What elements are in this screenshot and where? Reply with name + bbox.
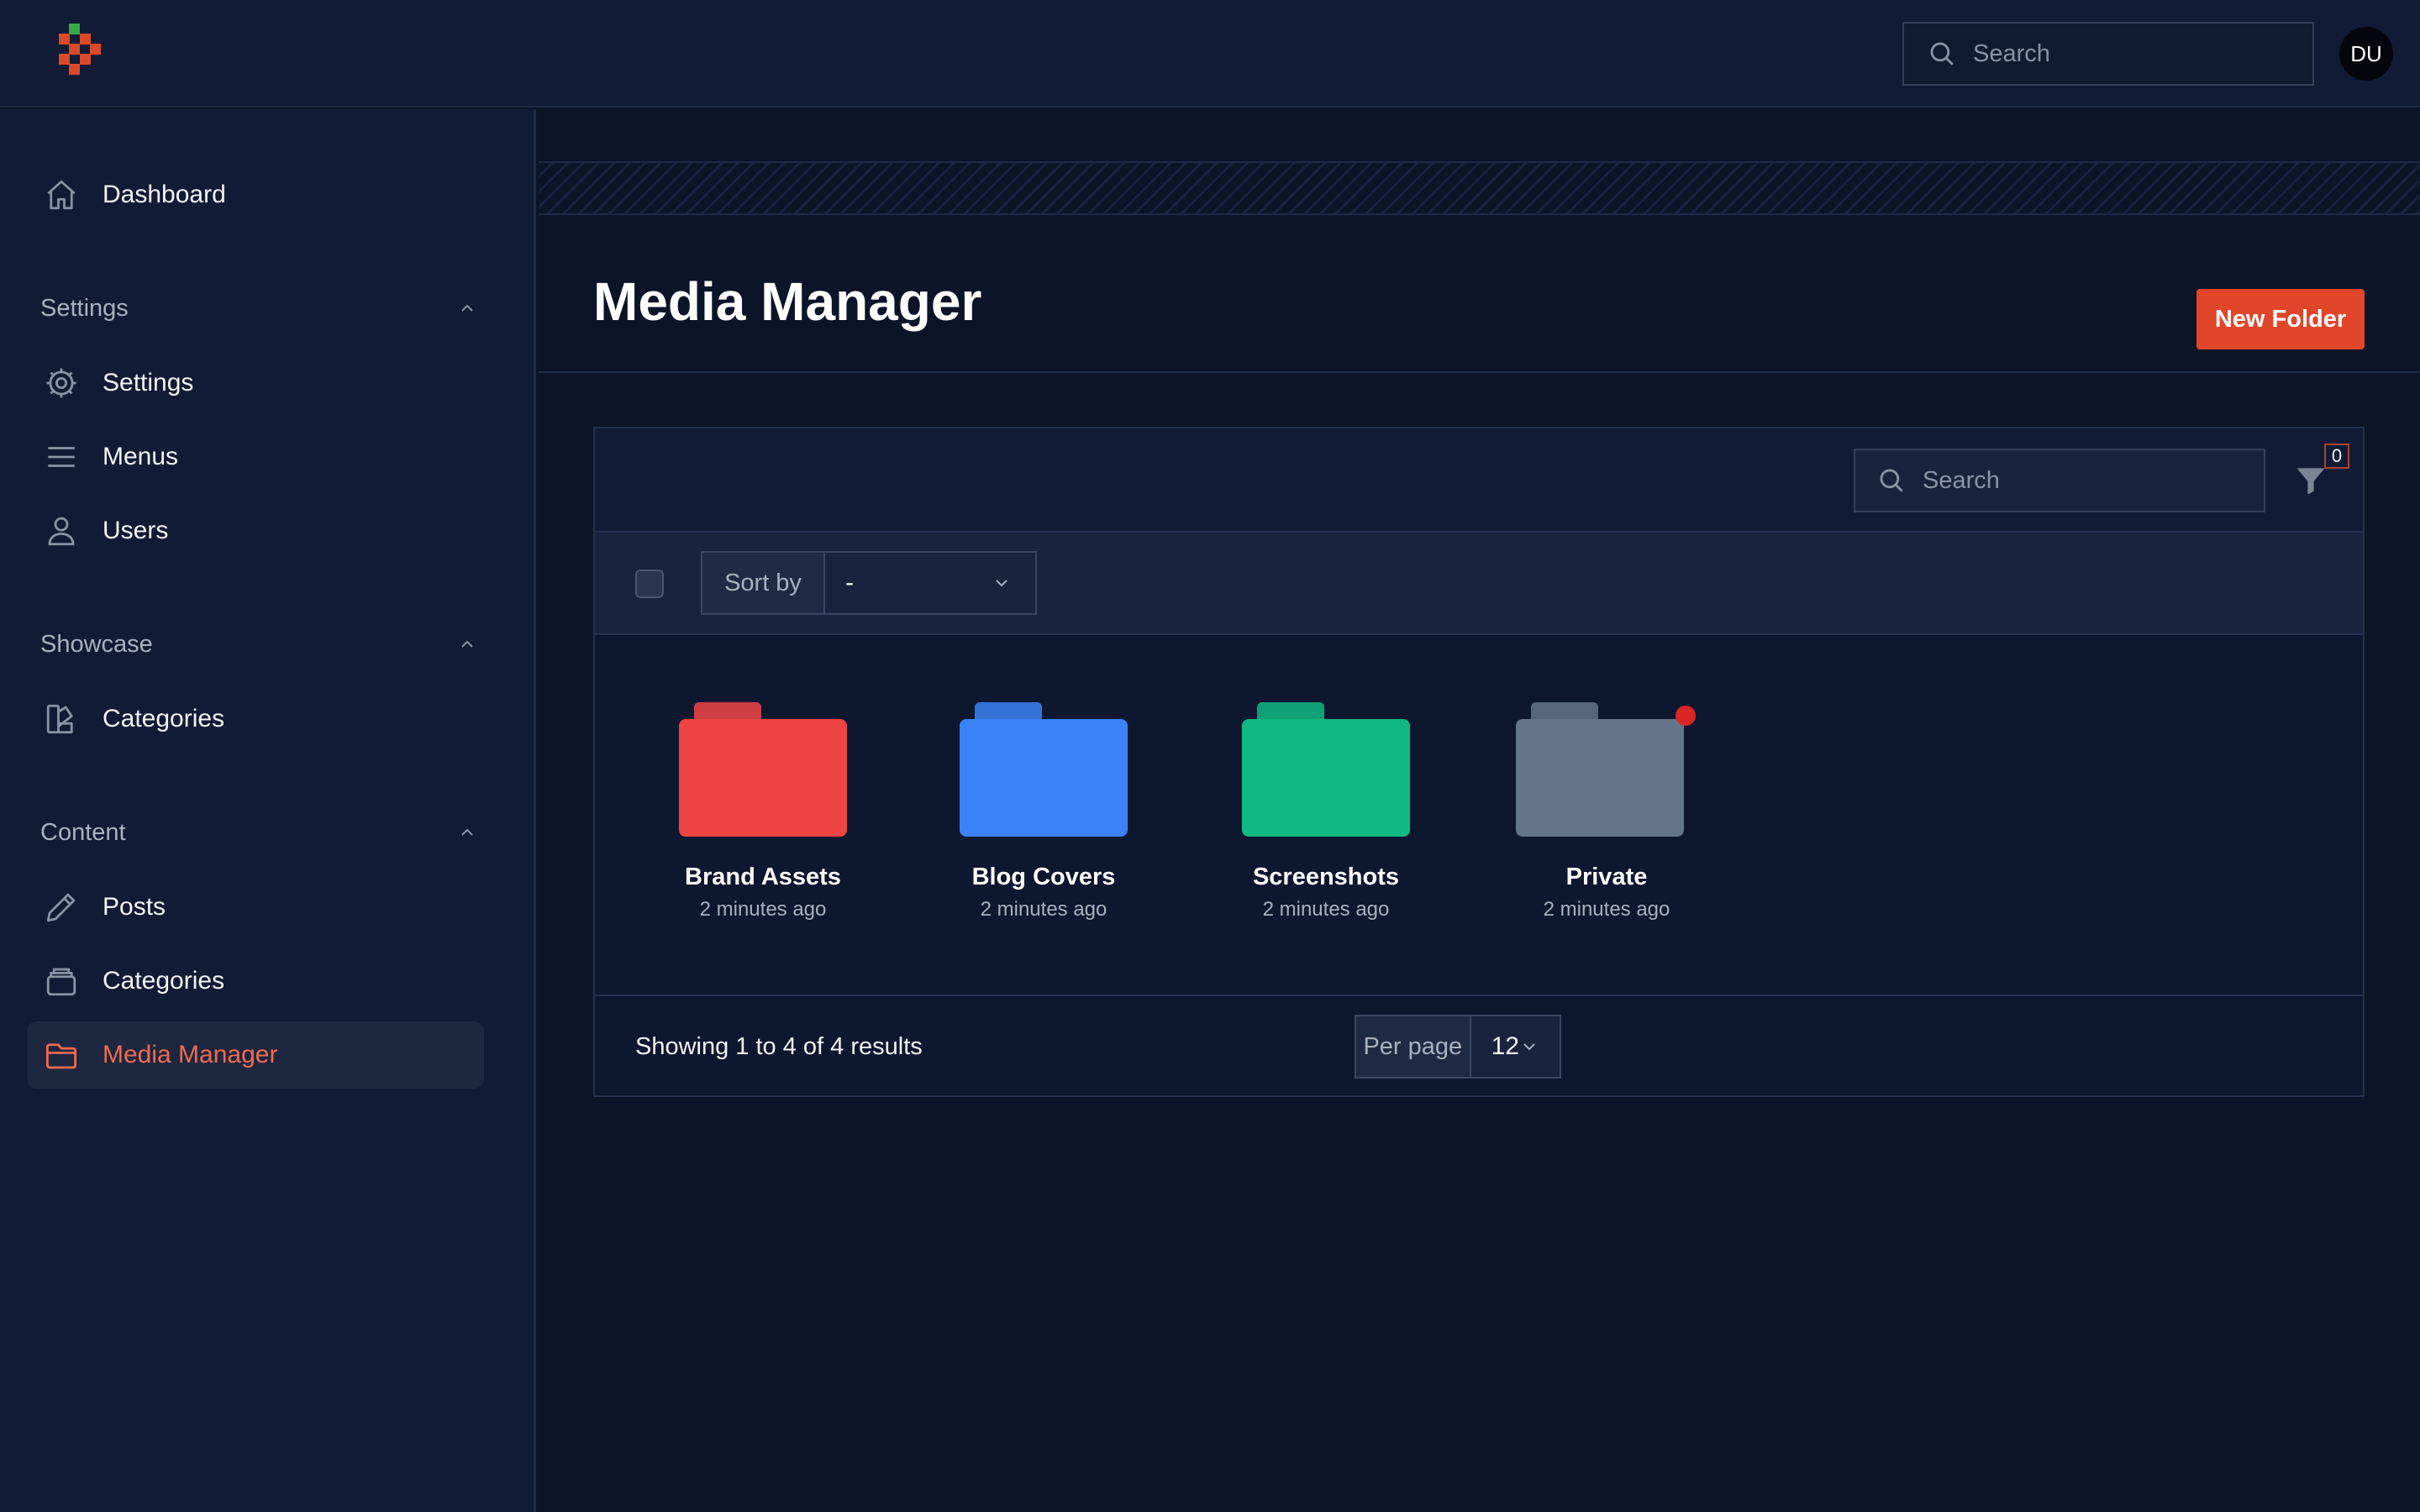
sidebar-group-showcase[interactable]: Showcase [40, 623, 477, 665]
search-placeholder: Search [1923, 466, 2000, 494]
page-title: Media Manager [593, 271, 982, 332]
folder-card-screenshots[interactable]: Screenshots 2 minutes ago [1225, 702, 1427, 921]
logo-icon[interactable] [54, 24, 108, 84]
sidebar-item-label: Categories [103, 967, 225, 995]
folder-name: Brand Assets [685, 864, 841, 890]
folder-name: Private [1565, 864, 1648, 890]
folder-card-brand-assets[interactable]: Brand Assets 2 minutes ago [662, 702, 864, 921]
sidebar: Dashboard Settings Settings Menus Users … [0, 109, 536, 1512]
sidebar-item-settings[interactable]: Settings [27, 349, 484, 417]
chevron-down-icon [1523, 1043, 1535, 1051]
per-page-label: Per page [1356, 1016, 1471, 1077]
sidebar-item-label: Users [103, 517, 169, 544]
user-icon [42, 512, 81, 550]
folder-icon [679, 702, 847, 837]
folder-grid: Brand Assets 2 minutes ago Blog Covers 2… [595, 635, 2363, 968]
media-search-input[interactable]: Search [1854, 449, 2265, 512]
per-page-control[interactable]: Per page 12 [1355, 1015, 1561, 1079]
header-stripe [539, 161, 2420, 215]
sidebar-item-label: Media Manager [103, 1041, 278, 1068]
panel-header: Search 0 [595, 428, 2363, 531]
sort-label: Sort by [702, 553, 825, 613]
chevron-up-icon [461, 640, 473, 648]
folder-name: Screenshots [1252, 864, 1400, 890]
menu-icon [42, 438, 81, 476]
stack-icon [42, 962, 81, 1000]
folder-icon [960, 702, 1128, 837]
sidebar-item-label: Menus [103, 443, 179, 470]
gear-icon [42, 364, 81, 402]
sidebar-item-users[interactable]: Users [27, 497, 484, 564]
avatar[interactable]: DU [2339, 27, 2393, 81]
sidebar-item-menus[interactable]: Menus [27, 423, 484, 491]
sidebar-item-label: Dashboard [103, 181, 226, 208]
folder-icon [1242, 702, 1410, 837]
sidebar-item-posts[interactable]: Posts [27, 874, 484, 941]
sidebar-item-content-categories[interactable]: Categories [27, 948, 484, 1015]
sidebar-item-label: Settings [103, 369, 194, 396]
new-folder-button[interactable]: New Folder [2196, 289, 2365, 349]
folder-time: 2 minutes ago [980, 898, 1107, 921]
media-panel: Search 0 Sort by - Brand Assets 2 minute… [593, 427, 2365, 1097]
folder-icon [1516, 702, 1696, 837]
filter-icon[interactable] [2292, 462, 2339, 509]
chevron-up-icon [461, 304, 473, 312]
sidebar-item-showcase-categories[interactable]: Categories [27, 685, 484, 753]
sidebar-group-content[interactable]: Content [40, 811, 477, 853]
home-icon [42, 176, 81, 214]
search-placeholder: Search [1973, 39, 2050, 67]
pagination-bar: Showing 1 to 4 of 4 results Per page 12 [595, 995, 2363, 1095]
per-page-select[interactable]: 12 [1470, 1016, 1560, 1077]
swatch-icon [42, 700, 81, 738]
folder-card-private[interactable]: Private 2 minutes ago [1506, 702, 1707, 921]
sidebar-item-label: Categories [103, 705, 225, 732]
divider [539, 371, 2420, 373]
sort-select[interactable]: - [825, 553, 1035, 613]
chevron-down-icon [996, 580, 1007, 587]
toolbar: Sort by - [595, 531, 2363, 635]
sidebar-group-settings[interactable]: Settings [40, 287, 477, 329]
top-bar: Search DU [0, 0, 2420, 108]
folder-card-blog-covers[interactable]: Blog Covers 2 minutes ago [943, 702, 1144, 921]
sidebar-item-label: Posts [103, 893, 166, 921]
group-label: Showcase [40, 630, 153, 658]
folder-icon [42, 1036, 81, 1074]
sort-value: - [845, 569, 854, 596]
group-label: Content [40, 818, 126, 846]
search-icon [1880, 469, 1903, 492]
results-summary: Showing 1 to 4 of 4 results [635, 1033, 923, 1060]
per-page-value: 12 [1491, 1032, 1519, 1060]
global-search-input[interactable]: Search [1902, 22, 2314, 86]
search-icon [1930, 42, 1954, 66]
sidebar-item-media-manager[interactable]: Media Manager [27, 1021, 484, 1089]
filter-count-badge: 0 [2324, 444, 2349, 469]
pencil-icon [42, 888, 81, 927]
folder-name: Blog Covers [971, 864, 1116, 890]
select-all-checkbox[interactable] [635, 570, 664, 598]
folder-time: 2 minutes ago [699, 898, 827, 921]
sidebar-item-dashboard[interactable]: Dashboard [27, 161, 484, 228]
group-label: Settings [40, 294, 129, 322]
folder-time: 2 minutes ago [1543, 898, 1670, 921]
sort-control[interactable]: Sort by - [701, 551, 1037, 615]
chevron-up-icon [461, 828, 473, 836]
folder-time: 2 minutes ago [1262, 898, 1390, 921]
